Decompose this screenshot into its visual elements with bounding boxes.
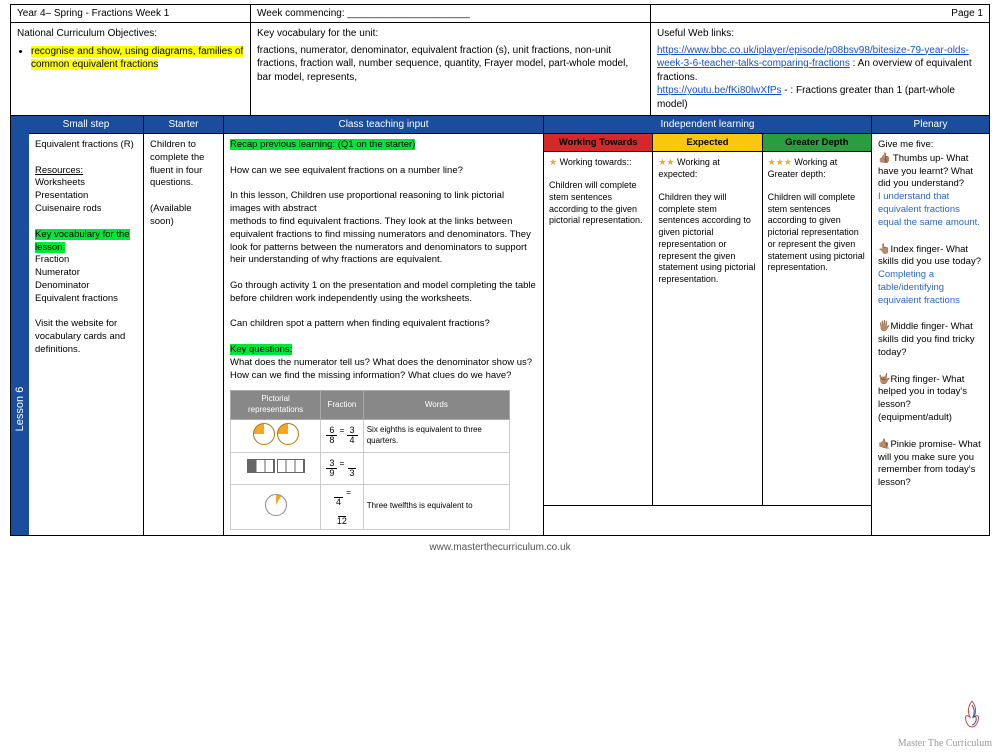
nco-text: recognise and show, using diagrams, fami… bbox=[31, 46, 243, 71]
p3: Go through activity 1 on the presentatio… bbox=[230, 280, 537, 306]
head-starter: Starter bbox=[144, 116, 223, 134]
col-independent: Independent learning Working Towards Exp… bbox=[544, 116, 872, 535]
sub-ex: Expected bbox=[653, 134, 762, 152]
sub-gd: Greater Depth bbox=[763, 134, 871, 152]
wt-text: Children will complete stem sentences ac… bbox=[549, 180, 643, 225]
body-smallstep: Equivalent fractions (R) Resources: Work… bbox=[29, 134, 143, 535]
hand-icon: 👍🏽 bbox=[878, 153, 890, 164]
index: Index finger- What skills did you use to… bbox=[878, 244, 981, 268]
hand-icon: 👆🏽 bbox=[878, 244, 890, 255]
rect-icon bbox=[247, 459, 275, 473]
resources-head: Resources: bbox=[35, 165, 137, 178]
table-row: 4 = 12 Three twelfths is equivalent to bbox=[231, 484, 510, 529]
star-icon: ★★★ bbox=[768, 157, 792, 167]
head-indep: Independent learning bbox=[544, 116, 871, 134]
thumbs: Thumbs up- What have you learnt? What di… bbox=[878, 153, 973, 190]
pie-icon bbox=[265, 494, 287, 516]
starter-avail: (Available soon) bbox=[150, 203, 217, 229]
thumbs-ans: I understand that equivalent fractions e… bbox=[878, 191, 983, 229]
resources: Worksheets Presentation Cuisenaire rods bbox=[35, 177, 137, 215]
ex-body: ★★ Working at expected: Children they wi… bbox=[653, 152, 762, 505]
r1-words: Six eighths is equivalent to three quart… bbox=[363, 420, 509, 453]
pinkie: Pinkie promise- What will you make sure … bbox=[878, 439, 981, 488]
starter-text: Children to complete the fluent in four … bbox=[150, 139, 217, 190]
table-row: 68 = 34 Six eighths is equivalent to thr… bbox=[231, 420, 510, 453]
col-input: Class teaching input Recap previous lear… bbox=[224, 116, 544, 535]
lesson-plan-page: Year 4– Spring - Fractions Week 1 Week c… bbox=[10, 4, 990, 559]
q1: How can we see equivalent fractions on a… bbox=[230, 165, 537, 178]
kq-text: What does the numerator tell us? What do… bbox=[230, 357, 537, 383]
col-smallstep: Small step Equivalent fractions (R) Reso… bbox=[29, 116, 144, 535]
p1: In this lesson, Children use proportiona… bbox=[230, 190, 537, 216]
th-words: Words bbox=[363, 391, 509, 420]
th-pictorial: Pictorial representations bbox=[231, 391, 321, 420]
gd-text: Children will complete stem sentences ac… bbox=[768, 192, 865, 272]
hand-icon: 🤙🏽 bbox=[878, 439, 890, 450]
brand-text: Master The Curriculum bbox=[898, 738, 992, 749]
links-title: Useful Web links: bbox=[657, 27, 983, 41]
lesson-label: Lesson 6 bbox=[14, 387, 26, 432]
weblink-2[interactable]: https://youtu.be/fKi80lwXfPs bbox=[657, 85, 782, 96]
vocab-title: Key vocabulary for the unit: bbox=[257, 27, 644, 41]
vocab-cell: Key vocabulary for the unit: fractions, … bbox=[251, 23, 651, 115]
wt-label: Working towards:: bbox=[560, 157, 632, 167]
body-input: Recap previous learning: (Q1 on the star… bbox=[224, 134, 543, 535]
head-smallstep: Small step bbox=[29, 116, 143, 134]
p2: methods to find equivalent fractions. Th… bbox=[230, 216, 537, 267]
blank-row bbox=[544, 505, 871, 535]
star-icon: ★ bbox=[549, 157, 557, 167]
hand-icon: 🤟🏽 bbox=[878, 374, 890, 385]
r3-words: Three twelfths is equivalent to bbox=[363, 484, 509, 529]
sub-wt: Working Towards bbox=[544, 134, 653, 152]
col-plenary: Plenary Give me five: 👍🏽 Thumbs up- What… bbox=[872, 116, 989, 535]
footer-url: www.masterthecurriculum.co.uk bbox=[10, 536, 990, 559]
middle: Middle finger- What skills did you find … bbox=[878, 321, 975, 358]
kv-head: Key vocabulary for the lesson: bbox=[35, 229, 130, 253]
col-starter: Starter Children to complete the fluent … bbox=[144, 116, 224, 535]
rect-icon bbox=[277, 459, 305, 473]
doc-title: Year 4– Spring - Fractions Week 1 bbox=[11, 5, 251, 22]
wt-body: ★ Working towards:: Children will comple… bbox=[544, 152, 653, 505]
gd-body: ★★★ Working at Greater depth: Children w… bbox=[763, 152, 871, 505]
links-cell: Useful Web links: https://www.bbc.co.uk/… bbox=[651, 23, 989, 115]
step-name: Equivalent fractions (R) bbox=[35, 139, 137, 152]
body-plenary: Give me five: 👍🏽 Thumbs up- What have yo… bbox=[872, 134, 989, 535]
pie-icon bbox=[277, 423, 299, 445]
star-icon: ★★ bbox=[658, 157, 674, 167]
visit-note: Visit the website for vocabulary cards a… bbox=[35, 318, 137, 356]
week-commencing: Week commencing: ______________________ bbox=[251, 5, 651, 22]
hand-icon: 🖐🏽 bbox=[878, 321, 890, 332]
kv-list: Fraction Numerator Denominator Equivalen… bbox=[35, 254, 137, 305]
index-ans: Completing a table/identifying equivalen… bbox=[878, 269, 983, 307]
pie-icon bbox=[253, 423, 275, 445]
table-row: 39 = 3 bbox=[231, 452, 510, 484]
head-input: Class teaching input bbox=[224, 116, 543, 134]
body-starter: Children to complete the fluent in four … bbox=[144, 134, 223, 535]
recap: Recap previous learning: (Q1 on the star… bbox=[230, 139, 415, 150]
ring: Ring finger- What helped you in today's … bbox=[878, 374, 967, 423]
ex-text: Children they will complete stem sentenc… bbox=[658, 192, 755, 284]
nco-title: National Curriculum Objectives: bbox=[17, 27, 244, 41]
indep-subheads: Working Towards Expected Greater Depth bbox=[544, 134, 871, 152]
fraction-table: Pictorial representations Fraction Words… bbox=[230, 390, 510, 529]
main-grid: Lesson 6 Small step Equivalent fractions… bbox=[10, 116, 990, 536]
header-bar: Year 4– Spring - Fractions Week 1 Week c… bbox=[10, 4, 990, 23]
info-row: National Curriculum Objectives: recognis… bbox=[10, 23, 990, 116]
head-plenary: Plenary bbox=[872, 116, 989, 134]
page-number: Page 1 bbox=[651, 5, 989, 22]
th-fraction: Fraction bbox=[321, 391, 364, 420]
logo-flame-icon bbox=[962, 699, 982, 729]
q2: Can children spot a pattern when finding… bbox=[230, 318, 537, 331]
kq-head: Key questions: bbox=[230, 344, 292, 355]
vocab-text: fractions, numerator, denominator, equiv… bbox=[257, 44, 644, 85]
lesson-tab: Lesson 6 bbox=[11, 116, 29, 535]
indep-body-row: ★ Working towards:: Children will comple… bbox=[544, 152, 871, 505]
plenary-title: Give me five: bbox=[878, 139, 983, 152]
nco-cell: National Curriculum Objectives: recognis… bbox=[11, 23, 251, 115]
